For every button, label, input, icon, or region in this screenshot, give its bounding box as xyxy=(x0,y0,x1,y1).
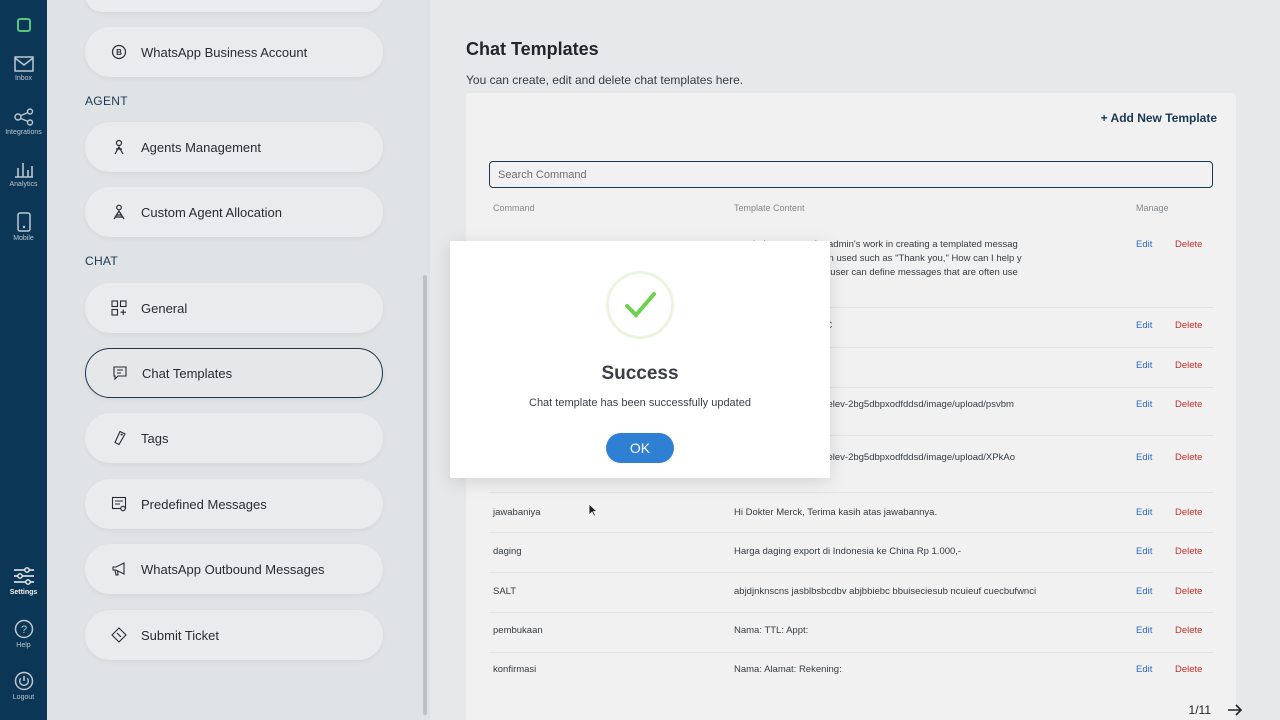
ok-button[interactable]: OK xyxy=(606,433,674,463)
mouse-cursor-icon xyxy=(588,503,598,517)
dialog-title: Success xyxy=(601,363,679,384)
check-icon xyxy=(606,271,674,339)
success-dialog: Success Chat template has been successfu… xyxy=(450,241,830,478)
dialog-message: Chat template has been successfully upda… xyxy=(529,397,751,409)
